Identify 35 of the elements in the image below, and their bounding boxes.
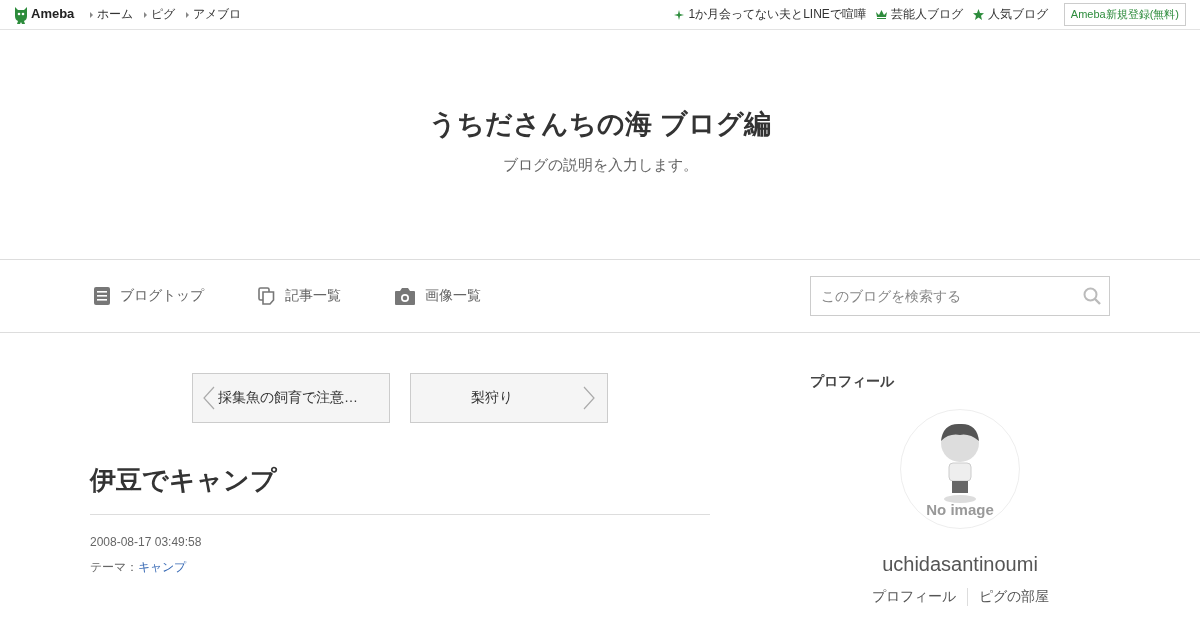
theme-label: テーマ： <box>90 560 138 574</box>
chevron-left-icon <box>203 386 215 410</box>
sparkle-icon <box>674 9 685 20</box>
top-nav-link[interactable]: ホーム <box>90 6 134 23</box>
star-icon <box>972 9 984 20</box>
camera-icon <box>395 287 415 305</box>
sidebar-heading: プロフィール <box>810 373 895 391</box>
theme-link[interactable]: キャンプ <box>138 560 186 574</box>
chevron-right-icon <box>583 386 595 410</box>
monster-logo-icon <box>14 5 28 24</box>
document-icon <box>94 287 110 305</box>
next-entry-button[interactable]: 梨狩り <box>410 373 608 423</box>
ameba-logo[interactable]: Ameba <box>31 6 75 23</box>
profile-link[interactable]: プロフィール <box>860 588 967 606</box>
profile-link[interactable]: ピグの部屋 <box>966 588 1060 606</box>
pages-icon <box>258 287 275 305</box>
search-icon[interactable] <box>1083 287 1101 305</box>
top-link[interactable]: 1か月会ってない夫とLINEで喧嘩 <box>688 6 866 23</box>
blog-title[interactable]: うちださんちの海 ブログ編 <box>429 106 771 142</box>
nav-link[interactable]: 画像一覧 <box>425 287 481 305</box>
top-link[interactable]: 芸能人ブログ <box>890 6 963 23</box>
register-button[interactable]: Ameba新規登録(無料) <box>1063 3 1186 26</box>
user-name[interactable]: uchidasantinoumi <box>810 553 1110 576</box>
article-title[interactable]: 伊豆でキャンプ <box>90 463 710 515</box>
blog-description: ブログの説明を入力します。 <box>502 156 698 175</box>
top-link[interactable]: 人気ブログ <box>987 6 1048 23</box>
crown-icon <box>875 10 887 19</box>
avatar-caption: No image <box>926 501 994 518</box>
search-field[interactable]: このブログを検索する <box>810 276 1110 316</box>
nav-link[interactable]: ブログトップ <box>120 287 204 305</box>
top-nav-link[interactable]: アメブロ <box>186 6 242 23</box>
article-date: 2008-08-17 03:49:58 <box>90 535 203 549</box>
top-nav-link[interactable]: ピグ <box>144 6 176 23</box>
previous-entry-button[interactable]: 採集魚の飼育で注意… <box>192 373 390 423</box>
nav-link[interactable]: 記事一覧 <box>285 287 341 305</box>
